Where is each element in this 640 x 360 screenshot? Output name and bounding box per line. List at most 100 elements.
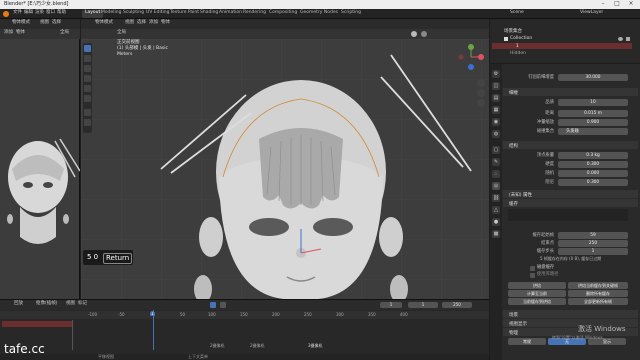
scale-tool-icon[interactable] xyxy=(84,85,91,92)
section-shape[interactable]: (未知) 属性 xyxy=(503,190,638,198)
quality-field[interactable]: 10 xyxy=(558,99,628,106)
transform-tool-icon[interactable] xyxy=(84,95,91,102)
hair-sticks[interactable] xyxy=(141,49,481,179)
constraints-tab-icon[interactable]: ⛓ xyxy=(492,194,500,202)
physics-tab-icon[interactable]: ◎ xyxy=(492,182,500,190)
menu-window[interactable]: 窗口 xyxy=(46,10,55,16)
texture-tab-icon[interactable]: ▩ xyxy=(492,230,500,238)
close-icon[interactable]: × xyxy=(624,0,638,9)
section-cache[interactable]: 缓存 xyxy=(503,199,638,207)
visibility-eye-icon[interactable] xyxy=(618,37,623,41)
vertex-mass-field[interactable]: 0.3 kg xyxy=(558,152,628,159)
timeline-view-menu[interactable]: 视图 xyxy=(66,301,75,307)
scene-tab-icon[interactable]: ◉ xyxy=(492,118,500,126)
left-select-menu[interactable]: 选择 xyxy=(52,20,61,26)
play-icon[interactable] xyxy=(210,302,216,308)
stiffness-field[interactable]: 0.300 xyxy=(558,161,628,168)
minimize-icon[interactable]: – xyxy=(596,0,610,9)
tool-tab-icon[interactable]: ⚙ xyxy=(492,70,500,78)
mode-dropdown[interactable]: 物体模式 xyxy=(95,20,113,26)
pin-stiffness-field[interactable]: 30.000 xyxy=(558,74,628,81)
object-tab-icon[interactable]: ▢ xyxy=(492,146,500,154)
impulse-field[interactable]: 0.900 xyxy=(558,119,628,126)
delete-all-bakes-button[interactable]: 删除所有缓存 xyxy=(568,290,628,297)
update-all-frames-button[interactable]: 全部更新所有帧 xyxy=(568,298,628,305)
output-tab-icon[interactable]: ▤ xyxy=(492,94,500,102)
measure-tool-icon[interactable] xyxy=(84,119,91,126)
menu-render[interactable]: 渲染 xyxy=(35,10,44,16)
menu-file[interactable]: 文件 xyxy=(13,10,22,16)
section-scene[interactable]: 场景 xyxy=(503,310,638,318)
tab-compositing[interactable]: Compositing xyxy=(266,10,300,18)
tab-rendering[interactable]: Rendering xyxy=(240,10,269,18)
cache-list[interactable] xyxy=(508,209,628,221)
current-frame-field[interactable]: 1 xyxy=(380,302,402,308)
blender-logo-icon[interactable] xyxy=(3,11,9,17)
lib-path-checkbox[interactable] xyxy=(530,273,535,278)
main-viewport[interactable]: 物体模式 视图 选择 添加 物体 全局 正交前视图 (1) 头部模 | 头发 |… xyxy=(81,19,489,299)
modifier-tab-icon[interactable]: ✎ xyxy=(492,158,500,166)
view-layer-selector[interactable]: ViewLayer xyxy=(580,10,603,16)
damping-field[interactable]: 0.300 xyxy=(558,179,628,186)
section-collisions[interactable]: 细缠 xyxy=(503,88,638,96)
select-menu[interactable]: 选择 xyxy=(137,20,146,26)
timeline-marker-menu[interactable]: 标记 xyxy=(78,301,87,307)
object-menu[interactable]: 物体 xyxy=(161,20,170,26)
outliner-selected-row[interactable]: 1 xyxy=(492,43,632,49)
annotate-tool-icon[interactable] xyxy=(84,109,91,116)
cache-end-field[interactable]: 250 xyxy=(558,240,628,247)
shading-material-icon[interactable] xyxy=(421,31,427,37)
maximize-icon[interactable]: □ xyxy=(610,0,624,9)
render-tab-icon[interactable]: ◫ xyxy=(492,82,500,90)
collision-collection-field[interactable]: 头发碰 xyxy=(558,128,628,135)
random-field[interactable]: 0.000 xyxy=(558,170,628,177)
view-layer-tab-icon[interactable]: ▦ xyxy=(492,106,500,114)
menu-help[interactable]: 帮助 xyxy=(57,10,66,16)
left-add-menu[interactable]: 添加 xyxy=(4,30,13,36)
move-tool-icon[interactable] xyxy=(84,65,91,72)
cache-step-field[interactable]: 1 xyxy=(558,248,628,255)
cache-start-field[interactable]: 59 xyxy=(558,232,628,239)
menu-edit[interactable]: 编辑 xyxy=(24,10,33,16)
current-cache-to-bake-button[interactable]: 当前缓存到烘焙 xyxy=(508,298,566,305)
left-global-dropdown[interactable]: 全局 xyxy=(60,30,69,36)
bake-to-keyframes-button[interactable]: 烘焙当前缓存到关键帧 xyxy=(568,282,628,289)
timeline-playback-menu[interactable]: 回放 xyxy=(14,301,23,307)
shading-solid-icon[interactable] xyxy=(411,31,417,37)
timeline-track-selected[interactable] xyxy=(2,321,72,327)
left-view-menu[interactable]: 视图 xyxy=(40,20,49,26)
material-tab-icon[interactable]: ● xyxy=(492,218,500,226)
global-dropdown[interactable]: 全局 xyxy=(117,30,126,36)
calc-to-frame-button[interactable]: 计算至当前 xyxy=(508,290,566,297)
outliner-row-collection[interactable]: Collection xyxy=(510,36,532,42)
rotate-tool-icon[interactable] xyxy=(84,75,91,82)
timeline-keying-menu[interactable]: 抠像(插帧) xyxy=(36,301,58,307)
data-tab-icon[interactable]: △ xyxy=(492,206,500,214)
display-tab-normal[interactable]: 常规 xyxy=(508,338,546,345)
outliner[interactable]: 场景集合 Collection 1 Hidden xyxy=(490,19,640,63)
disk-cache-checkbox[interactable] xyxy=(530,266,535,271)
left-object-menu[interactable]: 物体 xyxy=(16,30,25,36)
marker-1[interactable]: 2摄像机 xyxy=(210,344,225,348)
left-mode-dropdown[interactable]: 物体模式 xyxy=(12,20,30,26)
left-viewport[interactable]: 物体模式 视图 选择 添加 物体 全局 xyxy=(0,19,80,299)
cursor-tool-icon[interactable] xyxy=(84,55,91,62)
tab-geometry-nodes[interactable]: Geometry Nodes xyxy=(297,10,341,18)
render-camera-icon[interactable] xyxy=(626,37,630,41)
section-structure[interactable]: 结构 xyxy=(503,141,638,149)
outliner-row-hidden[interactable]: Hidden xyxy=(510,51,526,57)
distance-field[interactable]: 0.015 m xyxy=(558,110,628,117)
world-tab-icon[interactable]: ◍ xyxy=(492,130,500,138)
start-frame-field[interactable]: 1 xyxy=(408,302,438,308)
view-menu[interactable]: 视图 xyxy=(125,20,134,26)
timeline[interactable]: 回放 抠像(插帧) 视图 标记 1 1 250 1 2摄像机 2摄像机 3摄像机… xyxy=(0,299,489,360)
add-menu[interactable]: 添加 xyxy=(149,20,158,26)
particles-tab-icon[interactable]: ∴ xyxy=(492,170,500,178)
marker-3[interactable]: 3摄像机 xyxy=(308,344,323,348)
playhead[interactable] xyxy=(153,310,154,350)
tab-scripting[interactable]: Scripting xyxy=(338,10,364,18)
jump-end-icon[interactable] xyxy=(220,302,226,308)
marker-2[interactable]: 2摄像机 xyxy=(250,344,265,348)
select-tool-icon[interactable] xyxy=(84,45,91,52)
end-frame-field[interactable]: 250 xyxy=(442,302,472,308)
